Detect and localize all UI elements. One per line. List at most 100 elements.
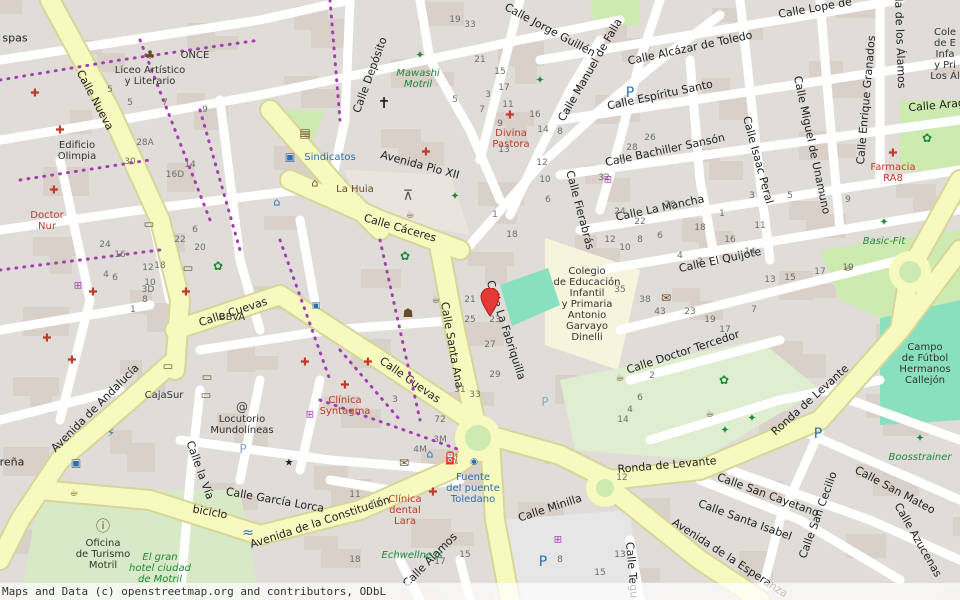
health-cross-icon[interactable]: ✚ (181, 286, 190, 299)
map-canvas[interactable]: Calle Nueva Calle Depósito Avenida Pio XII… (0, 0, 960, 600)
poi-mawashi[interactable]: Mawashi Motril (396, 68, 439, 90)
picnic-icon[interactable]: ⊼ (403, 188, 413, 204)
parking-icon[interactable]: P (541, 395, 548, 409)
poi-colegio[interactable]: Colegio de Educación Infantil y Primaria… (553, 266, 620, 343)
hotel-icon[interactable]: ⌂ (274, 196, 281, 209)
swimming-icon[interactable]: ≈ (242, 525, 254, 541)
health-cross-icon[interactable]: ✚ (42, 332, 51, 345)
street-label-calle-espas: spas (2, 31, 28, 45)
poi-edificio-olimpia[interactable]: Edificio Olimpia (58, 140, 96, 162)
poi-sindicatos[interactable]: Sindicatos (304, 152, 355, 163)
bank-icon[interactable]: ▭ (202, 371, 212, 384)
poi-bbva[interactable]: BBVA (219, 312, 245, 323)
fitness-icon[interactable]: ✦ (879, 216, 888, 229)
health-cross-icon[interactable]: ✚ (49, 184, 58, 197)
fuel-icon[interactable]: ⛽ (445, 451, 460, 465)
bank-icon[interactable]: ▭ (201, 389, 211, 402)
street-label-avenida-esperanza: Avenida de la Esperanza (669, 515, 791, 600)
post-icon[interactable]: ✉ (661, 291, 671, 305)
house-number: 15 (459, 550, 471, 560)
theatre-icon[interactable]: ♣ (145, 48, 156, 62)
shop-icon[interactable]: ⊞ (306, 410, 314, 421)
fitness-icon[interactable]: ✦ (915, 432, 924, 445)
shop-icon[interactable]: ⊞ (554, 535, 562, 546)
building (381, 129, 421, 148)
parking-icon[interactable]: P (239, 442, 246, 456)
poi-clinica-dental[interactable]: Clínica dental Lara (388, 494, 421, 527)
bank-icon[interactable]: ▭ (163, 360, 173, 373)
cafe-icon[interactable]: ☕ (616, 373, 625, 384)
cafe-icon[interactable]: ☕ (406, 210, 415, 221)
fitness-icon[interactable]: ✦ (720, 424, 729, 437)
cafe-icon[interactable]: ☕ (70, 488, 79, 499)
poi-la-huia[interactable]: La Huia (336, 184, 374, 195)
house-number: 1 (719, 209, 725, 219)
playground-icon[interactable]: ✿ (213, 259, 223, 273)
playground-icon[interactable]: ✿ (922, 131, 932, 145)
health-cross-icon[interactable]: ✚ (300, 356, 309, 369)
monument-icon[interactable]: ⌂ (312, 177, 319, 190)
poi-cajasur[interactable]: CajaSur (145, 390, 184, 401)
health-cross-icon[interactable]: ✚ (363, 356, 372, 369)
health-cross-icon[interactable]: ✚ (428, 486, 437, 499)
bus-icon[interactable]: ▣ (312, 301, 321, 311)
charging-icon[interactable]: ⚡ (107, 427, 115, 440)
cafe-icon[interactable]: ☕ (844, 263, 853, 274)
poi-locutorio[interactable]: Locutorio Mundolíneas (210, 414, 273, 436)
house-number: 6 (545, 195, 551, 205)
parking-icon[interactable]: P (626, 85, 634, 101)
hotel-icon[interactable]: ⌂ (427, 448, 434, 461)
poi-hotel[interactable]: El gran hotel ciudad de Motril (129, 552, 191, 585)
poi-campo-futbol[interactable]: Campo de Fútbol Hermanos Callejón (899, 342, 950, 386)
post-icon[interactable]: ✉ (399, 456, 409, 470)
cafe-icon[interactable]: ☕ (432, 295, 441, 306)
dentist-icon[interactable]: ☗ (403, 306, 414, 320)
poi-fuente[interactable]: Fuente del puente Toledano (446, 472, 500, 505)
poi-doctor-nur[interactable]: Doctor Nur (30, 210, 63, 232)
playground-icon[interactable]: ✿ (400, 249, 410, 263)
house-number: 21 (474, 55, 486, 65)
fitness-icon[interactable]: ✦ (747, 412, 756, 425)
bank-icon[interactable]: ▭ (144, 218, 154, 231)
poi-colegio-top[interactable]: Cole de E Infa y Pri Los Ál (930, 27, 960, 82)
bus-icon[interactable]: ▣ (285, 151, 295, 164)
parking-icon[interactable]: P (539, 554, 547, 570)
poi-liceo[interactable]: Liceo Artístico y Literario (115, 65, 185, 87)
parking-icon[interactable]: P (814, 426, 822, 442)
health-cross-icon[interactable]: ✚ (340, 379, 349, 392)
poi-oficina-turismo[interactable]: Oficina de Turismo Motril (76, 538, 131, 571)
building (896, 184, 936, 198)
health-cross-icon[interactable]: ✚ (888, 147, 897, 160)
library-icon[interactable]: ▤ (299, 126, 310, 140)
map-attribution[interactable]: Maps and Data (c) openstreetmap.org and … (0, 583, 960, 600)
poi-clinica-syntagma[interactable]: Clínica Syntagma (320, 395, 371, 417)
poi-farmacia[interactable]: Farmacia RA8 (870, 162, 915, 184)
poi-boosstrainer[interactable]: Boosstrainer (888, 452, 951, 463)
health-cross-icon[interactable]: ✚ (421, 146, 430, 159)
playground-icon[interactable]: ✿ (719, 373, 729, 387)
shop-icon[interactable]: ⊞ (604, 175, 612, 186)
fountain-icon[interactable]: ◉ (470, 457, 478, 467)
house-number: 17 (719, 325, 731, 335)
at-icon[interactable]: @ (236, 400, 248, 414)
building (13, 377, 59, 396)
star-icon[interactable]: ★ (285, 458, 294, 469)
house-number: 1 (492, 210, 498, 220)
church-icon[interactable]: ✝ (378, 94, 391, 112)
health-cross-icon[interactable]: ✚ (67, 354, 76, 367)
health-cross-icon[interactable]: ✚ (88, 286, 97, 299)
house-number: 13 (614, 550, 626, 560)
bank-icon[interactable]: ▭ (183, 262, 193, 275)
poi-once[interactable]: ONCE (181, 50, 210, 61)
fitness-icon[interactable]: ✦ (415, 49, 424, 62)
bus-icon[interactable]: ▣ (71, 457, 81, 470)
poi-basic-fit[interactable]: Basic-Fit (863, 236, 906, 247)
health-cross-icon[interactable]: ✚ (55, 124, 64, 137)
fitness-icon[interactable]: ✦ (450, 190, 459, 203)
health-cross-icon[interactable]: ✚ (30, 87, 39, 100)
info-icon[interactable]: ⓘ (96, 516, 110, 536)
shop-icon[interactable]: ⊞ (74, 281, 82, 292)
fitness-icon[interactable]: ✦ (535, 74, 544, 87)
health-cross-icon[interactable]: ✚ (505, 109, 514, 122)
cafe-icon[interactable]: ☕ (706, 409, 715, 420)
